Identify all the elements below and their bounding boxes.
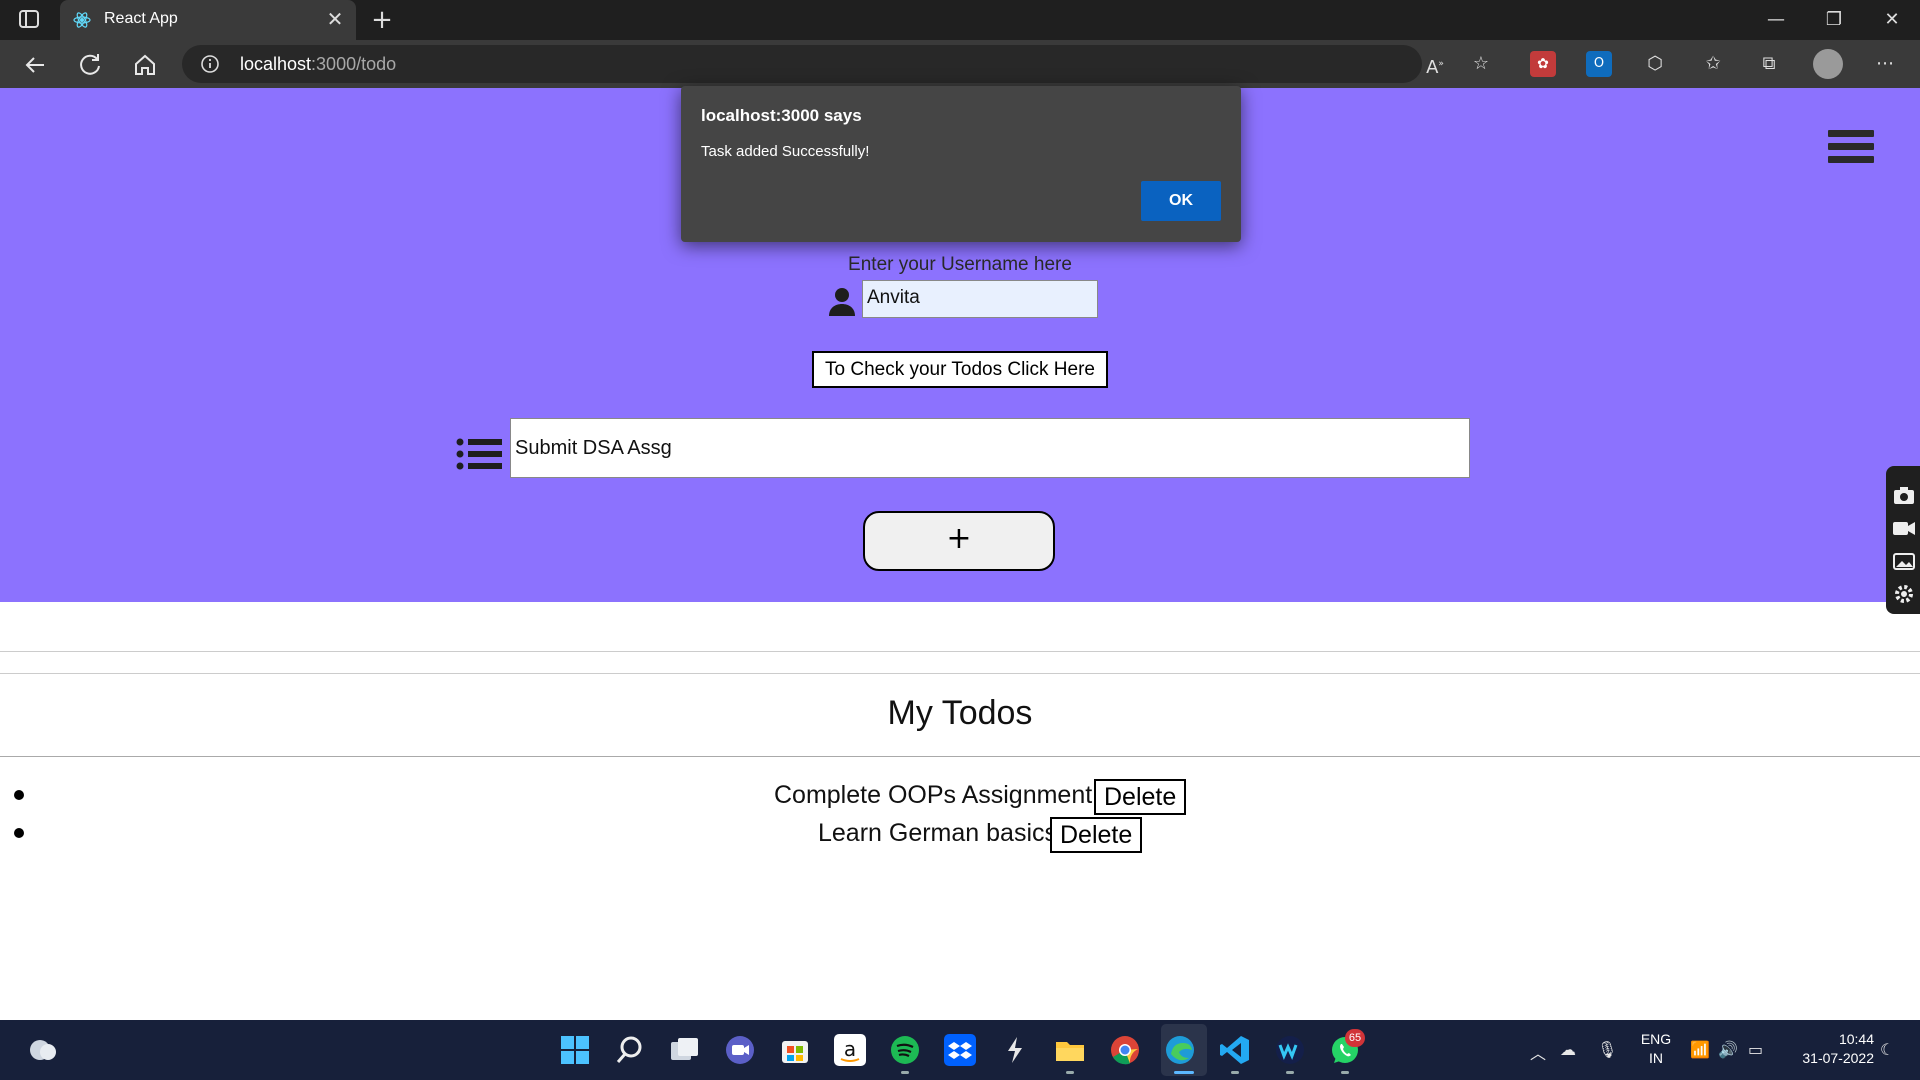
site-info-icon[interactable] [200,54,220,74]
dialog-message: Task added Successfully! [701,143,870,160]
collections-icon[interactable]: ⧉ [1756,51,1782,77]
settings-icon[interactable] [1892,583,1916,605]
add-task-button[interactable]: + [863,511,1055,571]
browser-tab-react-app[interactable]: React App ✕ [60,0,356,40]
running-indicator [901,1071,909,1074]
browser-nav-bar: localhost:3000/todo A» ☆ ✿ O ⬡ ✩ ⧉ ⋯ [0,40,1920,88]
taskbar: a 65 ︿ ☁ 🎙 ENG IN 📶 🔊 ▭ 10:44 31-07-2022… [0,1020,1920,1080]
url-text: localhost:3000/todo [240,54,396,75]
webex-icon[interactable] [1274,1034,1306,1066]
clock-date: 31-07-2022 [1802,1050,1874,1066]
minimize-icon[interactable]: — [1748,0,1804,40]
tab-actions-icon[interactable] [18,9,42,31]
dialog-ok-button[interactable]: OK [1141,181,1221,221]
onedrive-icon[interactable]: ☁ [1560,1040,1576,1059]
gallery-icon[interactable] [1892,550,1916,572]
username-input[interactable]: Anvita [862,280,1098,318]
favorites-icon[interactable]: ✩ [1700,51,1726,77]
running-indicator [1341,1071,1349,1074]
whatsapp-unread-badge: 65 [1345,1029,1365,1047]
add-favorite-icon[interactable]: ☆ [1468,51,1494,77]
chat-icon[interactable] [724,1034,756,1066]
clock[interactable]: 10:44 31-07-2022 [1782,1030,1874,1068]
username-label: Enter your Username here [848,254,1072,275]
divider [0,651,1920,652]
clock-time: 10:44 [1838,1031,1874,1047]
chrome-icon[interactable] [1109,1034,1141,1066]
file-explorer-icon[interactable] [1054,1034,1086,1066]
react-logo-icon [72,10,92,30]
dev-tool-icon[interactable] [999,1034,1031,1066]
todos-heading: My Todos [887,694,1033,732]
camera-icon[interactable] [1892,484,1916,506]
restore-icon[interactable]: ❐ [1806,0,1862,40]
new-tab-icon[interactable]: + [368,6,396,34]
bullet-icon [14,790,24,800]
todo-item: Complete OOPs Assignment Delete [0,779,1920,815]
video-icon[interactable] [1892,517,1916,539]
running-indicator [1286,1071,1294,1074]
browser-tab-bar: React App ✕ + — ❐ ✕ [0,0,1920,40]
todo-text: Learn German basics [818,819,1058,847]
user-icon [827,286,857,316]
vscode-icon[interactable] [1219,1034,1251,1066]
close-tab-icon[interactable]: ✕ [324,8,346,30]
list-icon [456,438,504,470]
check-todos-button[interactable]: To Check your Todos Click Here [812,351,1108,388]
wifi-icon[interactable]: 📶 [1690,1040,1710,1059]
divider [0,756,1920,757]
extensions-icon[interactable]: ⬡ [1642,51,1668,77]
store-icon[interactable] [779,1034,811,1066]
address-bar[interactable]: localhost:3000/todo [182,45,1422,83]
chevron-up-icon[interactable]: ︿ [1530,1040,1546,1064]
dialog-title: localhost:3000 says [701,106,862,125]
divider [0,673,1920,674]
delete-button[interactable]: Delete [1050,817,1143,853]
search-icon[interactable] [614,1034,646,1066]
dropbox-icon[interactable] [944,1034,976,1066]
todo-item: Learn German basics Delete [0,817,1920,853]
language-indicator[interactable]: ENG IN [1636,1030,1676,1068]
region-code: IN [1649,1050,1663,1066]
todo-text: Complete OOPs Assignment [774,781,1093,809]
battery-icon[interactable]: ▭ [1748,1040,1763,1059]
task-input[interactable]: Submit DSA Assg [510,418,1470,478]
language-code: ENG [1640,1031,1672,1047]
edge-icon[interactable] [1164,1034,1196,1066]
alert-dialog: localhost:3000 says Task added Successfu… [681,86,1241,242]
svg-text:a: a [844,1037,856,1061]
url-host: localhost [240,54,312,74]
back-icon[interactable] [20,50,50,80]
running-indicator [1231,1071,1239,1074]
capture-toolbar [1886,466,1920,614]
profile-avatar-icon[interactable] [1813,49,1843,79]
extension-red-icon[interactable]: ✿ [1530,51,1556,77]
hamburger-menu-icon[interactable] [1828,130,1874,172]
active-indicator [1174,1071,1194,1074]
tab-title: React App [104,10,178,27]
bullet-icon [14,828,24,838]
more-menu-icon[interactable]: ⋯ [1872,51,1898,77]
volume-icon[interactable]: 🔊 [1718,1040,1738,1059]
url-path: :3000/todo [311,54,397,74]
start-icon[interactable] [559,1034,591,1066]
running-indicator [1066,1071,1074,1074]
microphone-icon[interactable]: 🎙 [1597,1040,1617,1059]
read-aloud-icon[interactable]: A» [1422,51,1448,78]
task-view-icon[interactable] [669,1034,701,1066]
spotify-icon[interactable] [889,1034,921,1066]
do-not-disturb-icon[interactable]: ☾ [1880,1040,1894,1059]
delete-button[interactable]: Delete [1094,779,1187,815]
amazon-icon[interactable]: a [834,1034,866,1066]
weather-icon[interactable] [26,1034,58,1064]
refresh-icon[interactable] [75,50,105,80]
outlook-extension-icon[interactable]: O [1586,51,1612,77]
close-window-icon[interactable]: ✕ [1864,0,1920,40]
home-icon[interactable] [130,50,160,80]
